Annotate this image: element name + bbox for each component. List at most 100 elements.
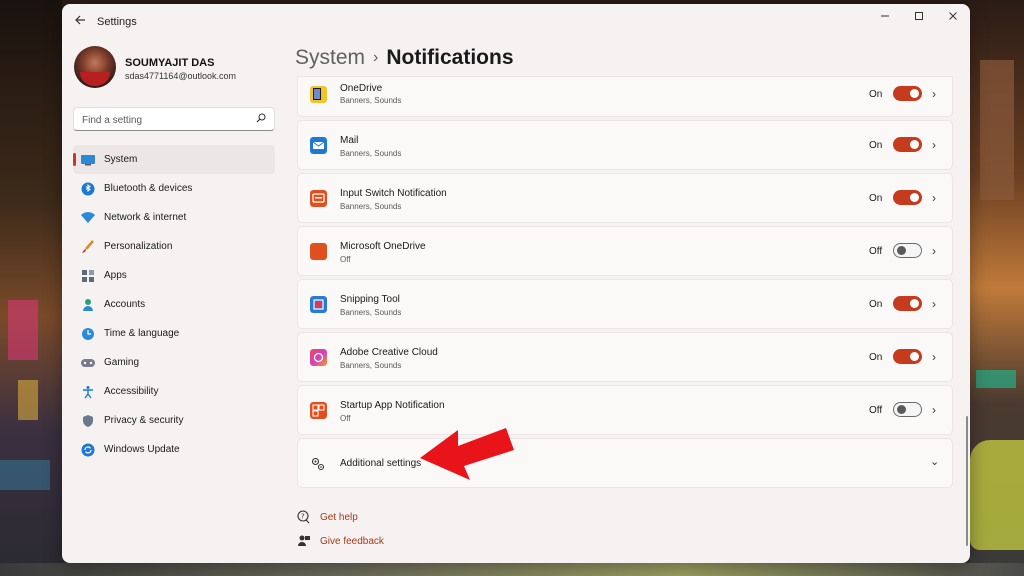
app-name: Snipping Tool bbox=[340, 294, 400, 305]
chevron-right-icon[interactable]: › bbox=[932, 87, 936, 101]
sidebar-item-label: Network & internet bbox=[104, 212, 187, 223]
onedrive-app-icon bbox=[310, 86, 327, 103]
notification-toggle[interactable] bbox=[893, 86, 922, 101]
chevron-down-icon[interactable]: ⌄ bbox=[930, 455, 939, 468]
globe-clock-icon bbox=[80, 327, 96, 341]
app-subtitle: Banners, Sounds bbox=[340, 202, 402, 211]
minimize-icon bbox=[881, 15, 889, 17]
chevron-right-icon[interactable]: › bbox=[932, 244, 936, 258]
back-arrow-icon bbox=[75, 15, 85, 25]
desktop-wallpaper-bottom bbox=[0, 563, 1024, 576]
sidebar-item-bluetooth[interactable]: Bluetooth & devices bbox=[73, 174, 275, 203]
sidebar-item-network[interactable]: Network & internet bbox=[73, 203, 275, 232]
chevron-right-icon[interactable]: › bbox=[932, 191, 936, 205]
additional-settings-label: Additional settings bbox=[340, 458, 422, 469]
user-name: SOUMYAJIT DAS bbox=[125, 57, 215, 69]
microsoft-onedrive-app-icon bbox=[310, 243, 327, 260]
wifi-icon bbox=[80, 211, 96, 225]
sidebar-item-privacy[interactable]: Privacy & security bbox=[73, 406, 275, 435]
app-name: Adobe Creative Cloud bbox=[340, 347, 438, 358]
desktop-wallpaper-left bbox=[0, 0, 62, 576]
update-icon bbox=[80, 443, 96, 457]
app-subtitle: Off bbox=[340, 255, 351, 264]
snipping-tool-app-icon bbox=[310, 296, 327, 313]
chevron-right-icon[interactable]: › bbox=[932, 297, 936, 311]
close-icon bbox=[949, 12, 957, 20]
notification-toggle[interactable] bbox=[893, 137, 922, 152]
page-title: Notifications bbox=[386, 46, 514, 69]
app-name: OneDrive bbox=[340, 83, 383, 94]
toggle-state-label: Off bbox=[869, 246, 883, 257]
toggle-state-label: On bbox=[869, 193, 883, 204]
search-icon[interactable] bbox=[256, 113, 266, 123]
app-row-onedrive[interactable]: OneDrive Banners, Sounds On › bbox=[297, 76, 953, 117]
svg-text:?: ? bbox=[301, 513, 305, 521]
user-email: sdas4771164@outlook.com bbox=[125, 71, 237, 81]
get-help-link[interactable]: ? Get help bbox=[297, 510, 358, 524]
accounts-icon bbox=[80, 298, 96, 312]
window-controls bbox=[868, 4, 970, 30]
sidebar-item-gaming[interactable]: Gaming bbox=[73, 348, 275, 377]
avatar[interactable] bbox=[74, 46, 116, 88]
app-row-startup-app-notification[interactable]: Startup App Notification Off Off › bbox=[297, 385, 953, 435]
accessibility-icon bbox=[80, 385, 96, 399]
notification-toggle[interactable] bbox=[893, 190, 922, 205]
sidebar-item-apps[interactable]: Apps bbox=[73, 261, 275, 290]
app-name: Mail bbox=[340, 135, 359, 146]
maximize-button[interactable] bbox=[902, 4, 936, 30]
notification-toggle[interactable] bbox=[893, 243, 922, 258]
chevron-right-icon[interactable]: › bbox=[932, 138, 936, 152]
notification-toggle[interactable] bbox=[893, 349, 922, 364]
give-feedback-label: Give feedback bbox=[320, 535, 384, 547]
sidebar-item-windows-update[interactable]: Windows Update bbox=[73, 435, 275, 464]
app-name: Startup App Notification bbox=[340, 400, 445, 411]
toggle-state-label: On bbox=[869, 352, 883, 363]
sidebar-item-accessibility[interactable]: Accessibility bbox=[73, 377, 275, 406]
startup-app-icon bbox=[310, 402, 327, 419]
apps-icon bbox=[80, 269, 96, 283]
search-placeholder: Find a setting bbox=[82, 115, 143, 126]
close-button[interactable] bbox=[936, 4, 970, 30]
sidebar-item-system[interactable]: System bbox=[73, 145, 275, 174]
sidebar-item-label: System bbox=[104, 154, 138, 165]
desktop-wallpaper-right bbox=[970, 0, 1024, 576]
system-icon bbox=[80, 153, 96, 167]
feedback-icon bbox=[298, 535, 310, 546]
app-name: Input Switch Notification bbox=[340, 188, 447, 199]
breadcrumb-separator: › bbox=[373, 49, 379, 66]
sidebar-item-label: Accounts bbox=[104, 299, 146, 310]
give-feedback-link[interactable]: Give feedback bbox=[297, 534, 384, 548]
mail-app-icon bbox=[310, 137, 327, 154]
app-row-input-switch[interactable]: Input Switch Notification Banners, Sound… bbox=[297, 173, 953, 223]
additional-settings-row[interactable]: Additional settings ⌄ bbox=[297, 438, 953, 488]
gears-icon bbox=[311, 457, 325, 471]
notification-toggle[interactable] bbox=[893, 296, 922, 311]
app-name: Microsoft OneDrive bbox=[340, 241, 426, 252]
sidebar-item-label: Gaming bbox=[104, 357, 140, 368]
chevron-right-icon[interactable]: › bbox=[932, 350, 936, 364]
settings-window: Settings SOUMYAJIT DAS sdas4771164@outlo… bbox=[62, 4, 970, 563]
minimize-button[interactable] bbox=[868, 4, 902, 30]
sidebar-item-time-language[interactable]: Time & language bbox=[73, 319, 275, 348]
toggle-state-label: On bbox=[869, 140, 883, 151]
gamepad-icon bbox=[80, 356, 96, 370]
toggle-state-label: Off bbox=[869, 405, 883, 416]
notification-toggle[interactable] bbox=[893, 402, 922, 417]
app-subtitle: Off bbox=[340, 414, 351, 423]
scrollbar[interactable] bbox=[966, 416, 968, 546]
app-row-mail[interactable]: Mail Banners, Sounds On › bbox=[297, 120, 953, 170]
sidebar-item-accounts[interactable]: Accounts bbox=[73, 290, 275, 319]
chevron-right-icon[interactable]: › bbox=[932, 403, 936, 417]
back-button[interactable] bbox=[70, 12, 90, 30]
app-row-microsoft-onedrive[interactable]: Microsoft OneDrive Off Off › bbox=[297, 226, 953, 276]
breadcrumb-parent[interactable]: System bbox=[295, 46, 365, 69]
app-subtitle: Banners, Sounds bbox=[340, 308, 402, 317]
app-subtitle: Banners, Sounds bbox=[340, 149, 402, 158]
sidebar-item-label: Privacy & security bbox=[104, 415, 184, 426]
paintbrush-icon bbox=[80, 239, 96, 254]
search-input[interactable]: Find a setting bbox=[73, 107, 275, 131]
app-row-adobe-creative-cloud[interactable]: Adobe Creative Cloud Banners, Sounds On … bbox=[297, 332, 953, 382]
sidebar-item-personalization[interactable]: Personalization bbox=[73, 232, 275, 261]
sidebar-item-label: Accessibility bbox=[104, 386, 159, 397]
app-row-snipping-tool[interactable]: Snipping Tool Banners, Sounds On › bbox=[297, 279, 953, 329]
